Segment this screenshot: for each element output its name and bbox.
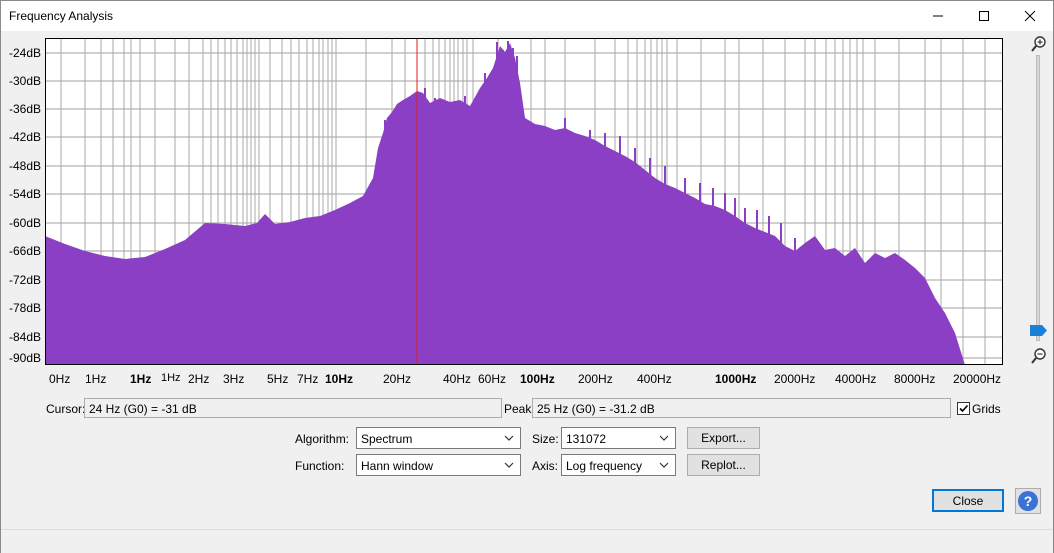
export-button[interactable]: Export... <box>687 427 760 449</box>
algorithm-value: Spectrum <box>361 432 413 446</box>
function-label: Function: <box>295 459 345 473</box>
x-tick-label: 4000Hz <box>835 372 877 386</box>
y-tick-label: -48dB <box>8 159 41 173</box>
title-bar[interactable]: Frequency Analysis <box>1 1 1053 31</box>
maximize-button[interactable] <box>961 1 1007 31</box>
y-tick-label: -42dB <box>8 130 41 144</box>
algorithm-select[interactable]: Spectrum <box>356 427 521 449</box>
y-tick-label: -24dB <box>8 46 41 60</box>
zoom-out-icon <box>1031 348 1046 364</box>
x-tick-label: 1Hz <box>130 372 152 386</box>
x-tick-label: 8000Hz <box>894 372 936 386</box>
replot-button[interactable]: Replot... <box>687 454 760 476</box>
close-icon <box>1024 10 1036 22</box>
minimize-button[interactable] <box>915 1 961 31</box>
close-button[interactable]: Close <box>932 489 1004 512</box>
x-tick-label: 2000Hz <box>774 372 816 386</box>
checkmark-icon <box>959 404 969 413</box>
x-tick-label: 3Hz <box>223 372 245 386</box>
chevron-down-icon <box>659 435 669 441</box>
function-value: Hann window <box>361 459 434 473</box>
y-tick-label: -54dB <box>8 187 41 201</box>
chevron-down-icon <box>504 435 514 441</box>
cursor-readout: 24 Hz (G0) = -31 dB <box>84 398 502 418</box>
peak-readout: 25 Hz (G0) = -31.2 dB <box>532 398 951 418</box>
x-tick-label: 20Hz <box>383 372 412 386</box>
size-value: 131072 <box>566 432 607 446</box>
status-bar <box>1 529 1053 553</box>
x-tick-label: 1Hz <box>161 372 181 384</box>
size-select[interactable]: 131072 <box>561 427 676 449</box>
grids-checkbox[interactable] <box>957 402 970 415</box>
x-tick-label: 100Hz <box>520 372 555 386</box>
y-tick-label: -36dB <box>8 102 41 116</box>
help-icon: ? <box>1018 491 1038 511</box>
x-tick-label: 40Hz <box>443 372 472 386</box>
y-tick-label: -90dB <box>8 351 41 365</box>
grids-label: Grids <box>972 402 1001 416</box>
zoom-in-button[interactable] <box>1030 35 1050 55</box>
y-tick-label: -66dB <box>8 244 41 258</box>
x-tick-label: 10Hz <box>325 372 354 386</box>
x-tick-label: 200Hz <box>578 372 613 386</box>
axis-select[interactable]: Log frequency <box>561 454 676 476</box>
x-tick-label: 400Hz <box>637 372 672 386</box>
vertical-zoom-slider[interactable] <box>1030 55 1047 341</box>
help-button[interactable]: ? <box>1015 488 1041 514</box>
size-label: Size: <box>532 432 559 446</box>
axis-value: Log frequency <box>566 459 643 473</box>
spectrum-plot[interactable] <box>45 38 1003 365</box>
close-window-button[interactable] <box>1007 1 1053 31</box>
x-tick-label: 1000Hz <box>715 372 757 386</box>
zoom-in-icon <box>1031 36 1046 52</box>
zoom-out-button[interactable] <box>1030 347 1050 367</box>
x-tick-label: 0Hz <box>49 372 71 386</box>
minimize-icon <box>933 15 943 17</box>
slider-thumb[interactable] <box>1030 325 1048 336</box>
y-tick-label: -72dB <box>8 273 41 287</box>
algorithm-label: Algorithm: <box>295 432 350 446</box>
x-tick-label: 60Hz <box>478 372 507 386</box>
y-tick-label: -60dB <box>8 216 41 230</box>
window-title: Frequency Analysis <box>9 9 114 23</box>
maximize-icon <box>979 11 989 21</box>
y-tick-label: -78dB <box>8 301 41 315</box>
y-tick-label: -84dB <box>8 330 41 344</box>
x-tick-label: 20000Hz <box>953 372 1002 386</box>
peak-label: Peak: <box>504 402 535 416</box>
y-tick-label: -30dB <box>8 74 41 88</box>
chevron-down-icon <box>659 462 669 468</box>
x-tick-label: 2Hz <box>188 372 210 386</box>
cursor-label: Cursor: <box>46 402 86 416</box>
slider-track <box>1036 55 1040 341</box>
x-tick-label: 5Hz <box>267 372 289 386</box>
function-select[interactable]: Hann window <box>356 454 521 476</box>
chevron-down-icon <box>504 462 514 468</box>
x-tick-label: 1Hz <box>85 372 107 386</box>
frequency-analysis-window: Frequency Analysis -24dB -30dB -36dB -42dB -… <box>0 0 1054 553</box>
x-tick-label: 7Hz <box>297 372 319 386</box>
axis-label: Axis: <box>532 459 559 473</box>
